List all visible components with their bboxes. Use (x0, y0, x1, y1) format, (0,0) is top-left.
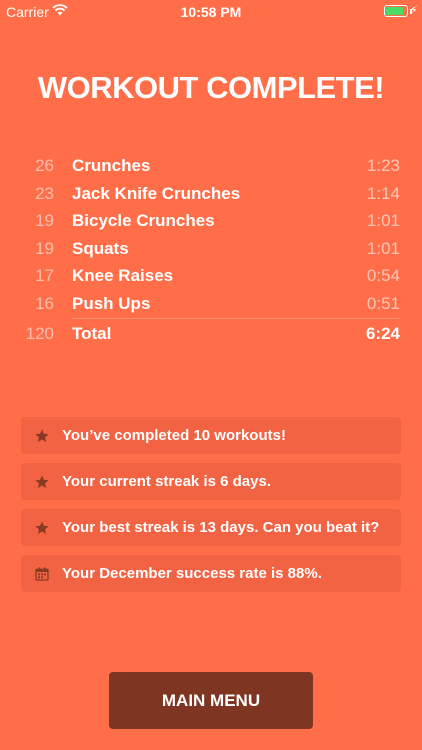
exercise-count: 17 (35, 266, 54, 285)
exercise-count: 19 (35, 238, 54, 258)
star-icon (35, 475, 49, 488)
exercise-row: 16 Push Ups 0:51 (0, 290, 422, 318)
status-bar: Carrier 10:58 PM ⚡ (0, 0, 422, 24)
total-label: Total (72, 324, 112, 343)
exercise-count: 19 (35, 211, 54, 230)
exercise-name: Push Ups (72, 293, 151, 313)
stat-card-best-streak: Your best streak is 13 days. Can you bea… (21, 509, 401, 546)
stat-text: You’ve completed 10 workouts! (62, 427, 286, 444)
total-time: 6:24 (365, 324, 400, 343)
exercise-name: Squats (72, 238, 129, 258)
exercise-list: 26 Crunches 1:23 23 Jack Knife Crunches … (0, 152, 422, 317)
stat-card-success-rate: Your December success rate is 88%. (21, 555, 401, 592)
exercise-time: 1:23 (366, 156, 400, 175)
exercise-row: 19 Bicycle Crunches 1:01 (0, 207, 422, 235)
stat-text: Your current streak is 6 days. (62, 473, 271, 490)
exercise-time: 1:14 (366, 183, 400, 203)
stat-text: Your December success rate is 88%. (62, 565, 322, 582)
battery-icon (384, 5, 408, 17)
exercise-name: Jack Knife Crunches (72, 183, 241, 203)
stat-card-current-streak: Your current streak is 6 days. (21, 463, 401, 500)
star-icon (35, 521, 49, 534)
exercise-name: Knee Raises (72, 266, 174, 285)
exercise-name: Bicycle Crunches (72, 211, 215, 230)
main-menu-button[interactable]: MAIN MENU (109, 672, 313, 729)
exercise-count: 16 (35, 293, 54, 313)
battery-fill (386, 7, 403, 15)
stats-list: You’ve completed 10 workouts! Your curre… (21, 417, 401, 601)
exercise-time: 1:01 (366, 238, 400, 258)
exercise-time: 1:01 (366, 211, 400, 230)
charging-icon: ⚡ (409, 3, 418, 17)
exercise-row: 26 Crunches 1:23 (0, 152, 422, 180)
calendar-icon (35, 567, 49, 581)
exercise-row: 23 Jack Knife Crunches 1:14 (0, 180, 422, 208)
clock: 10:58 PM (180, 4, 242, 20)
exercise-name: Crunches (72, 156, 151, 175)
stat-card-workouts: You’ve completed 10 workouts! (21, 417, 401, 454)
exercise-time: 0:54 (366, 266, 400, 285)
total-count: 120 (25, 324, 54, 343)
total-row: 120 Total 6:24 (0, 324, 422, 348)
exercise-row: 19 Squats 1:01 (0, 235, 422, 263)
exercise-time: 0:51 (366, 293, 400, 313)
star-icon (35, 429, 49, 442)
exercise-row: 17 Knee Raises 0:54 (0, 262, 422, 290)
total-divider (72, 318, 400, 319)
stat-text: Your best streak is 13 days. Can you bea… (62, 519, 380, 536)
page-title: WORKOUT COMPLETE! (37, 70, 385, 105)
exercise-count: 26 (35, 156, 54, 175)
exercise-count: 23 (35, 183, 54, 203)
